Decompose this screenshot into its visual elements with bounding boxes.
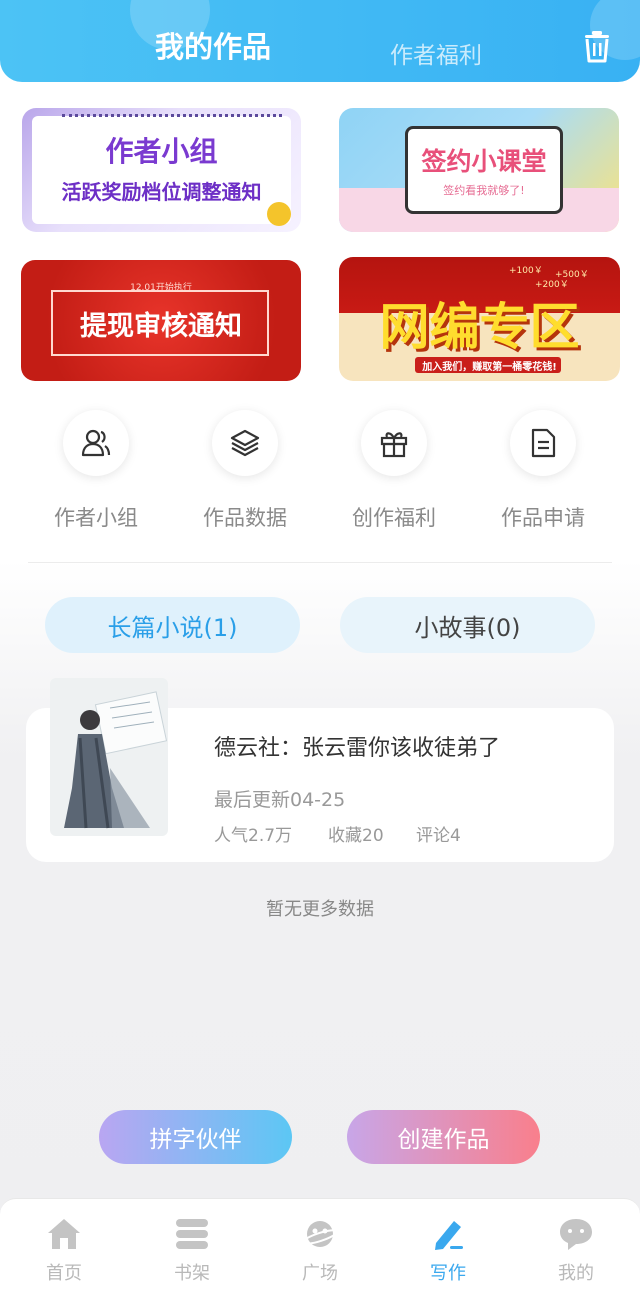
create-work-button[interactable]: 创建作品: [347, 1110, 540, 1164]
banner-title: 网编专区: [379, 298, 580, 356]
star-badge-icon: [267, 202, 291, 226]
top-header: 我的作品 作者福利: [0, 0, 640, 82]
planet-icon: [302, 1221, 338, 1247]
nav-label: 我的: [558, 1263, 594, 1284]
bookshelf-icon: [176, 1219, 208, 1249]
pen-icon: [435, 1221, 463, 1250]
partner-button[interactable]: 拼字伙伴: [99, 1110, 292, 1164]
nav-bookshelf[interactable]: 书架: [128, 1199, 256, 1295]
quick-link-label: 创作福利: [352, 506, 436, 530]
nav-label: 广场: [302, 1263, 338, 1284]
nav-mine[interactable]: 我的: [512, 1199, 640, 1295]
home-icon: [48, 1219, 80, 1249]
no-more-data: 暂无更多数据: [266, 899, 374, 920]
nav-label: 书架: [174, 1263, 210, 1284]
author-group-link[interactable]: [63, 410, 129, 476]
banner-subtitle: 活跃奖励档位调整通知: [61, 180, 262, 204]
work-title: 德云社：张云雷你该收徒弟了: [214, 736, 501, 761]
tab-novels[interactable]: 长篇小说(1): [45, 597, 300, 653]
work-favorites: 收藏20: [328, 826, 384, 846]
banner-title: 签约小课堂: [421, 147, 547, 176]
nav-label: 写作: [430, 1263, 466, 1284]
nav-square[interactable]: 广场: [256, 1199, 384, 1295]
divider: [28, 562, 612, 563]
work-application-link[interactable]: [510, 410, 576, 476]
work-popularity: 人气2.7万: [214, 826, 293, 846]
banner-subtitle: 加入我们，赚取第一桶零花钱!: [422, 362, 557, 373]
banner-small-text: 12.01开始执行: [130, 283, 192, 293]
tab-author-benefits[interactable]: 作者福利: [390, 36, 482, 70]
chat-face-icon: [560, 1219, 592, 1250]
quick-link-label: 作品数据: [203, 506, 287, 530]
quick-link-label: 作者小组: [54, 506, 138, 530]
banner-rings: [62, 114, 282, 124]
work-cover[interactable]: [50, 678, 168, 836]
banner-title: 提现审核通知: [80, 311, 242, 342]
banner-subtitle: 签约看我就够了!: [443, 184, 525, 197]
work-updated: 最后更新04-25: [214, 789, 346, 811]
price-tag: +100￥: [509, 266, 543, 276]
document-icon: [531, 428, 556, 458]
work-data-link[interactable]: [212, 410, 278, 476]
creation-benefits-link[interactable]: [361, 410, 427, 476]
tab-short-stories[interactable]: 小故事(0): [340, 597, 595, 653]
author-group-banner[interactable]: 作者小组 活跃奖励档位调整通知: [22, 108, 301, 232]
nav-label: 首页: [46, 1263, 82, 1284]
bottom-nav: 首页 书架 广场 写作 我的: [0, 1198, 640, 1295]
nav-home[interactable]: 首页: [0, 1199, 128, 1295]
nav-write[interactable]: 写作: [384, 1199, 512, 1295]
sign-class-banner[interactable]: 签约小课堂 签约看我就够了!: [339, 108, 619, 232]
trash-icon[interactable]: [580, 30, 614, 64]
web-editor-banner[interactable]: +100￥ +500￥ +200￥ 网编专区 加入我们，赚取第一桶零花钱!: [339, 257, 620, 381]
gift-icon: [380, 432, 408, 458]
tab-my-works[interactable]: 我的作品: [155, 24, 271, 66]
quick-link-label: 作品申请: [501, 506, 585, 530]
cover-image: [50, 678, 168, 836]
withdraw-banner[interactable]: 12.01开始执行 提现审核通知: [21, 260, 301, 381]
work-comments: 评论4: [416, 826, 461, 846]
layers-icon: [230, 429, 260, 457]
banner-title: 作者小组: [105, 135, 218, 168]
users-icon: [81, 429, 111, 457]
